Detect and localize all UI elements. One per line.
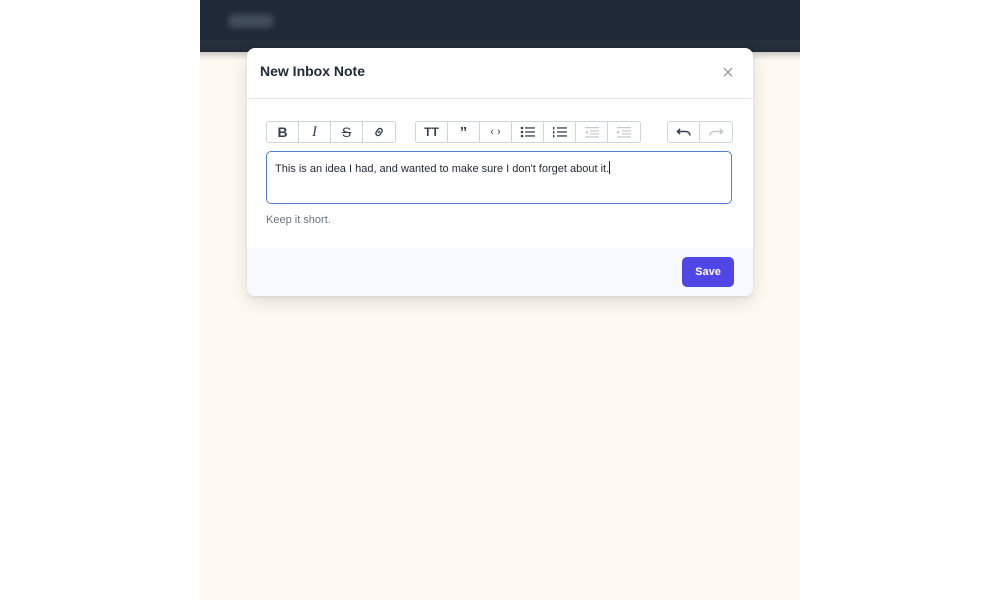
toolbar-block-group: TT ” ‹ › bbox=[415, 121, 641, 143]
close-icon[interactable]: × bbox=[718, 63, 738, 84]
modal-title: New Inbox Note bbox=[260, 63, 366, 79]
numbered-list-icon[interactable] bbox=[544, 122, 576, 142]
note-editor[interactable]: This is an idea I had, and wanted to mak… bbox=[266, 151, 732, 204]
modal-header: New Inbox Note × bbox=[247, 48, 753, 99]
bullet-list-icon[interactable] bbox=[512, 122, 544, 142]
new-inbox-note-modal: New Inbox Note × B I S TT ” ‹ › This is … bbox=[247, 48, 753, 296]
undo-icon[interactable] bbox=[668, 122, 700, 142]
editor-hint: Keep it short. bbox=[266, 214, 331, 226]
redo-icon[interactable] bbox=[700, 122, 732, 142]
code-icon[interactable]: ‹ › bbox=[480, 122, 512, 142]
quote-icon[interactable]: ” bbox=[448, 122, 480, 142]
indent-icon[interactable] bbox=[608, 122, 640, 142]
italic-icon[interactable]: I bbox=[299, 122, 331, 142]
toolbar-history-group bbox=[667, 121, 733, 143]
app-logo bbox=[228, 14, 274, 28]
heading-icon[interactable]: TT bbox=[416, 122, 448, 142]
modal-footer: Save bbox=[247, 248, 753, 296]
bold-icon[interactable]: B bbox=[267, 122, 299, 142]
strikethrough-icon[interactable]: S bbox=[331, 122, 363, 142]
outdent-icon[interactable] bbox=[576, 122, 608, 142]
link-icon[interactable] bbox=[363, 122, 395, 142]
editor-text: This is an idea I had, and wanted to mak… bbox=[275, 163, 610, 175]
text-caret bbox=[609, 161, 611, 174]
save-button[interactable]: Save bbox=[682, 257, 734, 287]
toolbar-text-format-group: B I S bbox=[266, 121, 396, 143]
